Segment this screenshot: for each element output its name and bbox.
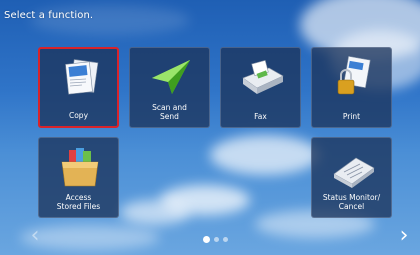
- page-dot-active: [203, 236, 210, 243]
- next-page-arrow-icon[interactable]: ›: [395, 225, 413, 247]
- page-dot: [214, 237, 219, 242]
- function-select-screen: Select a function. Copy Scan and Send Fa…: [0, 0, 420, 255]
- fax-label: Fax: [254, 112, 267, 121]
- fax-icon: [242, 60, 284, 94]
- page-indicator: [203, 236, 228, 243]
- access-stored-files-button[interactable]: Access Stored Files: [38, 137, 119, 218]
- folder-icon: [61, 148, 99, 187]
- previous-page-arrow-icon[interactable]: ‹: [26, 225, 44, 247]
- scan-send-icon: [152, 60, 190, 94]
- access-stored-files-label: Access Stored Files: [56, 193, 101, 211]
- scan-and-send-button[interactable]: Scan and Send: [129, 47, 210, 128]
- cloud-decoration: [210, 135, 320, 175]
- cloud-decoration: [120, 200, 190, 225]
- copy-icon: [65, 59, 99, 95]
- status-monitor-cancel-label: Status Monitor/ Cancel: [322, 193, 381, 211]
- instruction-text: Select a function.: [4, 10, 94, 21]
- page-dot: [223, 237, 228, 242]
- scan-and-send-label: Scan and Send: [152, 103, 187, 121]
- fax-button[interactable]: Fax: [220, 47, 301, 128]
- print-button[interactable]: Print: [311, 47, 392, 128]
- status-monitor-icon: [333, 157, 375, 188]
- print-label: Print: [342, 112, 361, 121]
- copy-button[interactable]: Copy: [38, 47, 119, 128]
- status-monitor-cancel-button[interactable]: Status Monitor/ Cancel: [311, 137, 392, 218]
- copy-label: Copy: [68, 111, 89, 120]
- print-icon: [337, 55, 371, 95]
